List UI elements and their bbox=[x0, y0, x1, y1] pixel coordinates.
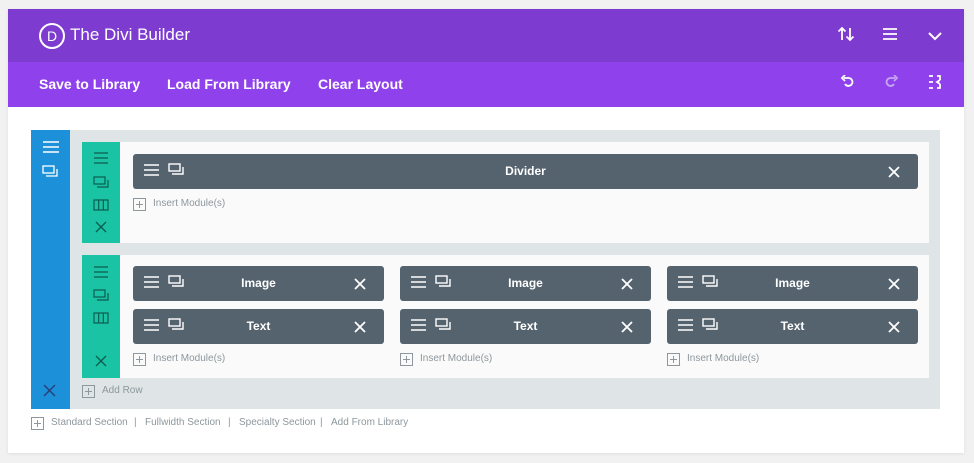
builder-header: D The Divi Builder bbox=[8, 9, 964, 62]
close-icon[interactable] bbox=[888, 277, 906, 295]
load-from-library-button[interactable]: Load From Library bbox=[167, 76, 291, 92]
row-settings-bar bbox=[82, 255, 120, 378]
module-text[interactable]: Text bbox=[667, 309, 918, 344]
builder-title: The Divi Builder bbox=[70, 25, 190, 44]
columns-icon[interactable] bbox=[93, 311, 111, 329]
module-label: Text bbox=[513, 319, 538, 333]
close-icon[interactable] bbox=[888, 320, 906, 338]
menu-icon[interactable] bbox=[879, 27, 901, 45]
move-icon[interactable] bbox=[93, 265, 111, 283]
row-2: Image Text Insert Module(s) Image Text I… bbox=[82, 255, 929, 378]
history-icon[interactable] bbox=[924, 75, 946, 94]
row-1: Divider Insert Module(s) bbox=[82, 142, 929, 243]
duplicate-icon[interactable] bbox=[42, 164, 60, 182]
add-icon bbox=[133, 198, 146, 211]
specialty-section-link[interactable]: Specialty Section bbox=[239, 417, 316, 428]
separator: | bbox=[320, 417, 323, 428]
add-icon bbox=[400, 353, 413, 366]
add-icon bbox=[667, 353, 680, 366]
module-label: Image bbox=[775, 276, 810, 290]
add-icon bbox=[31, 417, 44, 430]
add-icon bbox=[133, 353, 146, 366]
close-icon[interactable] bbox=[43, 384, 61, 402]
module-divider[interactable]: Divider bbox=[133, 154, 918, 189]
module-label: Image bbox=[508, 276, 543, 290]
separator: | bbox=[228, 417, 231, 428]
add-icon bbox=[82, 385, 95, 398]
close-icon[interactable] bbox=[621, 277, 639, 295]
module-image[interactable]: Image bbox=[400, 266, 651, 301]
duplicate-icon[interactable] bbox=[93, 175, 111, 193]
divi-builder: D The Divi Builder Save to Library Load … bbox=[8, 9, 964, 453]
move-icon[interactable] bbox=[93, 151, 111, 169]
standard-section: Divider Insert Module(s) Image Text Inse… bbox=[31, 130, 940, 409]
divi-logo: D bbox=[39, 23, 65, 49]
close-icon[interactable] bbox=[888, 165, 906, 183]
module-label: Text bbox=[246, 319, 271, 333]
close-icon[interactable] bbox=[95, 220, 113, 238]
add-from-library-link[interactable]: Add From Library bbox=[331, 417, 408, 428]
duplicate-icon[interactable] bbox=[93, 288, 111, 306]
redo-icon[interactable] bbox=[881, 74, 903, 94]
move-icon[interactable] bbox=[42, 140, 60, 158]
sort-icon[interactable] bbox=[835, 26, 857, 47]
chevron-down-icon[interactable] bbox=[924, 28, 946, 46]
close-icon[interactable] bbox=[95, 354, 113, 372]
module-label: Divider bbox=[505, 164, 546, 178]
module-image[interactable]: Image bbox=[133, 266, 384, 301]
module-image[interactable]: Image bbox=[667, 266, 918, 301]
fullwidth-section-link[interactable]: Fullwidth Section bbox=[145, 417, 221, 428]
close-icon[interactable] bbox=[354, 320, 372, 338]
module-text[interactable]: Text bbox=[400, 309, 651, 344]
close-icon[interactable] bbox=[621, 320, 639, 338]
close-icon[interactable] bbox=[354, 277, 372, 295]
module-text[interactable]: Text bbox=[133, 309, 384, 344]
undo-icon[interactable] bbox=[836, 74, 858, 94]
standard-section-link[interactable]: Standard Section bbox=[51, 417, 128, 428]
save-to-library-button[interactable]: Save to Library bbox=[39, 76, 140, 92]
row-settings-bar bbox=[82, 142, 120, 243]
builder-toolbar bbox=[8, 62, 964, 107]
module-label: Text bbox=[780, 319, 805, 333]
separator: | bbox=[134, 417, 137, 428]
section-settings-bar bbox=[31, 130, 70, 409]
module-label: Image bbox=[241, 276, 276, 290]
clear-layout-button[interactable]: Clear Layout bbox=[318, 76, 403, 92]
columns-icon[interactable] bbox=[93, 198, 111, 216]
